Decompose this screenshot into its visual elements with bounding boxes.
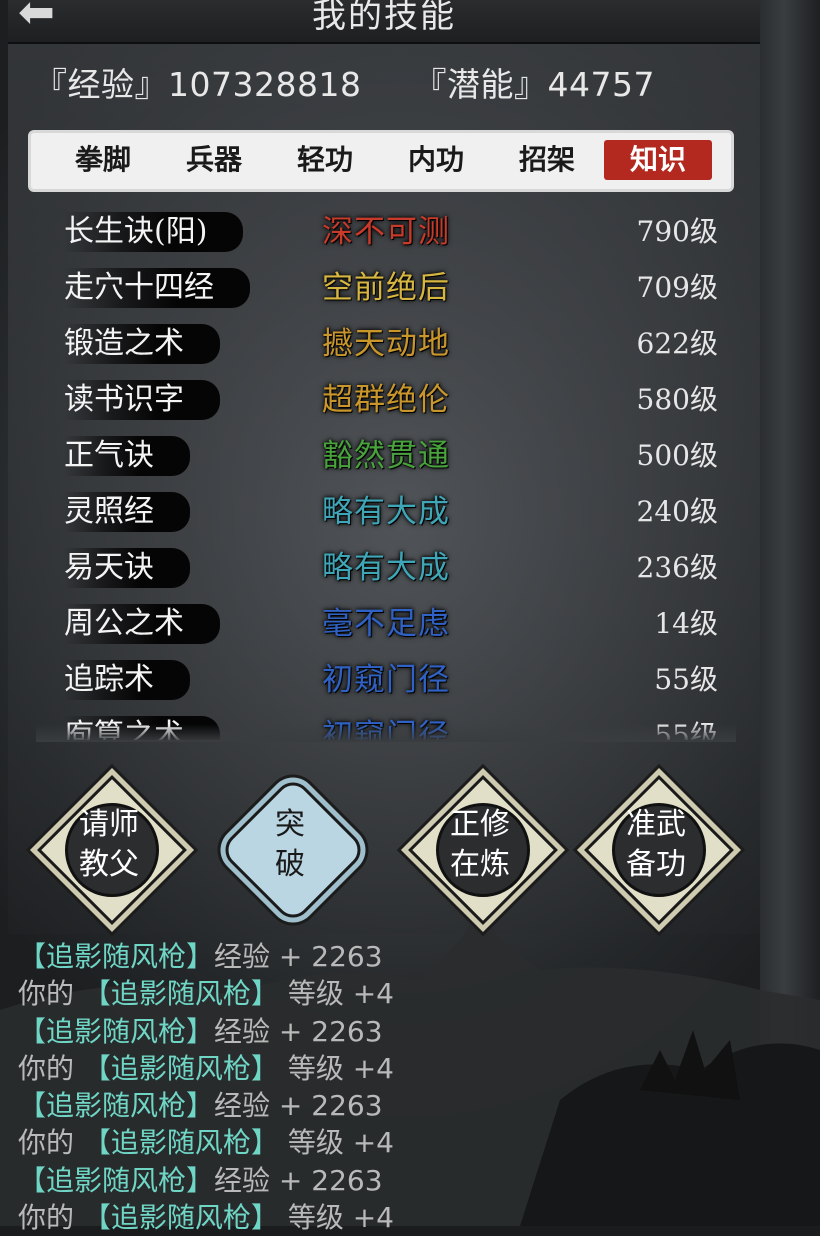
skill-name: 锻造之术 (64, 324, 220, 364)
prepare-skill-button[interactable]: 准武 备功 (584, 775, 734, 925)
log-line: 【追影随风枪】经验 + 2263 (18, 1087, 778, 1124)
log-skill-name: 【追影随风枪】 (18, 940, 215, 973)
skill-name: 追踪术 (64, 660, 190, 700)
log-suffix: 经验 + 2263 (214, 1089, 383, 1123)
log-skill-name: 【追影随风枪】 (82, 977, 279, 1011)
log-prefix: 你的 (18, 1051, 83, 1085)
skill-level: 622级 (636, 327, 718, 360)
skill-category-tabs: 拳脚 兵器 轻功 内功 招架 知识 (28, 130, 734, 192)
skill-row[interactable]: 易天诀 略有大成 236级 (36, 542, 736, 598)
log-prefix: 你的 (18, 977, 83, 1011)
skill-level: 709级 (636, 271, 718, 304)
skill-name: 正气诀 (64, 436, 190, 476)
teacher-label-2: 教父 (79, 847, 139, 882)
header-bar: ⬅ 我的技能 (8, 0, 760, 44)
skill-rank: 撼天动地 (322, 326, 450, 362)
tab-bingqi[interactable]: 兵器 (160, 140, 268, 180)
potential-value: 44757 (547, 65, 655, 104)
breakthrough-label-1: 突 (275, 807, 305, 842)
skill-rank: 略有大成 (322, 550, 450, 586)
log-suffix: 等级 +4 (278, 977, 394, 1011)
tab-zhaojia[interactable]: 招架 (493, 140, 601, 180)
skill-name: 周公之术 (64, 604, 220, 644)
skill-row[interactable]: 灵照经 略有大成 240级 (36, 486, 736, 542)
skill-name: 易天诀 (64, 548, 190, 588)
log-line: 你的 【追影随风枪】 等级 +4 (18, 1199, 778, 1236)
practicing-button[interactable]: 正修 在炼 (408, 775, 558, 925)
skill-row[interactable]: 追踪术 初窥门径 55级 (36, 654, 736, 710)
skill-level: 500级 (636, 439, 718, 472)
skill-row[interactable]: 走穴十四经 空前绝后 709级 (36, 262, 736, 318)
log-line: 【追影随风枪】经验 + 2263 (18, 1013, 778, 1050)
log-suffix: 等级 +4 (278, 1201, 394, 1235)
skill-rank: 空前绝后 (322, 270, 450, 306)
breakthrough-button[interactable]: 突破 (218, 775, 368, 925)
tab-neigong[interactable]: 内功 (382, 140, 490, 180)
skill-list[interactable]: 长生诀(阳) 深不可测 790级走穴十四经 空前绝后 709级锻造之术 撼天动地 622级读… (36, 206, 736, 740)
exp-label: 『经验』 (34, 65, 168, 104)
prepare-label-2: 备功 (626, 847, 686, 882)
skill-level: 790级 (636, 215, 718, 248)
skill-level: 580级 (636, 383, 718, 416)
skill-row[interactable]: 正气诀 豁然贯通 500级 (36, 430, 736, 486)
practicing-label-2: 在炼 (450, 847, 510, 882)
skill-rank: 毫不足虑 (322, 606, 450, 642)
skill-rank: 深不可测 (322, 214, 450, 250)
log-skill-name: 【追影随风枪】 (18, 1014, 215, 1048)
skill-rank: 略有大成 (322, 494, 450, 530)
tab-qinggong[interactable]: 轻功 (271, 140, 379, 180)
log-skill-name: 【追影随风枪】 (82, 1051, 279, 1085)
skill-name: 灵照经 (64, 492, 190, 532)
potential-label: 『潜能』 (413, 65, 548, 104)
skill-row[interactable]: 长生诀(阳) 深不可测 790级 (36, 206, 736, 262)
log-suffix: 等级 +4 (278, 1051, 394, 1085)
prepare-label-1: 准武 (626, 807, 686, 842)
log-suffix: 经验 + 2263 (214, 940, 383, 973)
log-suffix: 经验 + 2263 (214, 1014, 383, 1048)
skill-name: 读书识字 (64, 380, 220, 420)
skill-rank: 超群绝伦 (322, 382, 450, 418)
log-skill-name: 【追影随风枪】 (82, 1201, 279, 1235)
skill-name: 走穴十四经 (64, 268, 250, 308)
log-line: 【追影随风枪】经验 + 2263 (18, 938, 778, 975)
tab-zhishi[interactable]: 知识 (604, 140, 712, 180)
page-title: 我的技能 (312, 0, 456, 36)
log-line: 你的 【追影随风枪】 等级 +4 (18, 975, 778, 1012)
stats-bar: 『经验』107328818 『潜能』44757 (34, 58, 655, 106)
log-suffix: 等级 +4 (278, 1126, 394, 1160)
log-suffix: 经验 + 2263 (214, 1163, 383, 1197)
skill-row[interactable]: 锻造之术 撼天动地 622级 (36, 318, 736, 374)
skill-rank: 初窥门径 (322, 662, 450, 698)
log-line: 你的 【追影随风枪】 等级 +4 (18, 1050, 778, 1087)
message-log: 【追影随风枪】经验 + 2263 你的 【追影随风枪】 等级 +4 【追影随风枪】经… (18, 938, 778, 1236)
skill-rank: 豁然贯通 (322, 438, 450, 474)
teacher-label-1: 请师 (79, 807, 139, 842)
skill-name: 长生诀(阳) (64, 212, 244, 252)
log-skill-name: 【追影随风枪】 (82, 1126, 279, 1160)
log-skill-name: 【追影随风枪】 (18, 1163, 215, 1197)
log-line: 你的 【追影随风枪】 等级 +4 (18, 1124, 778, 1161)
skill-level: 240级 (636, 495, 718, 528)
list-fade (36, 724, 736, 742)
skill-row[interactable]: 读书识字 超群绝伦 580级 (36, 374, 736, 430)
skill-level: 236级 (636, 551, 718, 584)
log-prefix: 你的 (18, 1126, 83, 1160)
skill-level: 14级 (654, 607, 718, 640)
teacher-button[interactable]: 请师 教父 (37, 775, 187, 925)
exp-value: 107328818 (168, 65, 362, 104)
practicing-label-1: 正修 (450, 807, 510, 842)
skill-row[interactable]: 周公之术 毫不足虑 14级 (36, 598, 736, 654)
tab-quanjiao[interactable]: 拳脚 (49, 140, 157, 180)
breakthrough-label-2: 破 (275, 847, 305, 882)
log-prefix: 你的 (18, 1201, 83, 1235)
skill-level: 55级 (654, 663, 718, 696)
log-line: 【追影随风枪】经验 + 2263 (18, 1162, 778, 1199)
log-skill-name: 【追影随风枪】 (18, 1089, 215, 1123)
